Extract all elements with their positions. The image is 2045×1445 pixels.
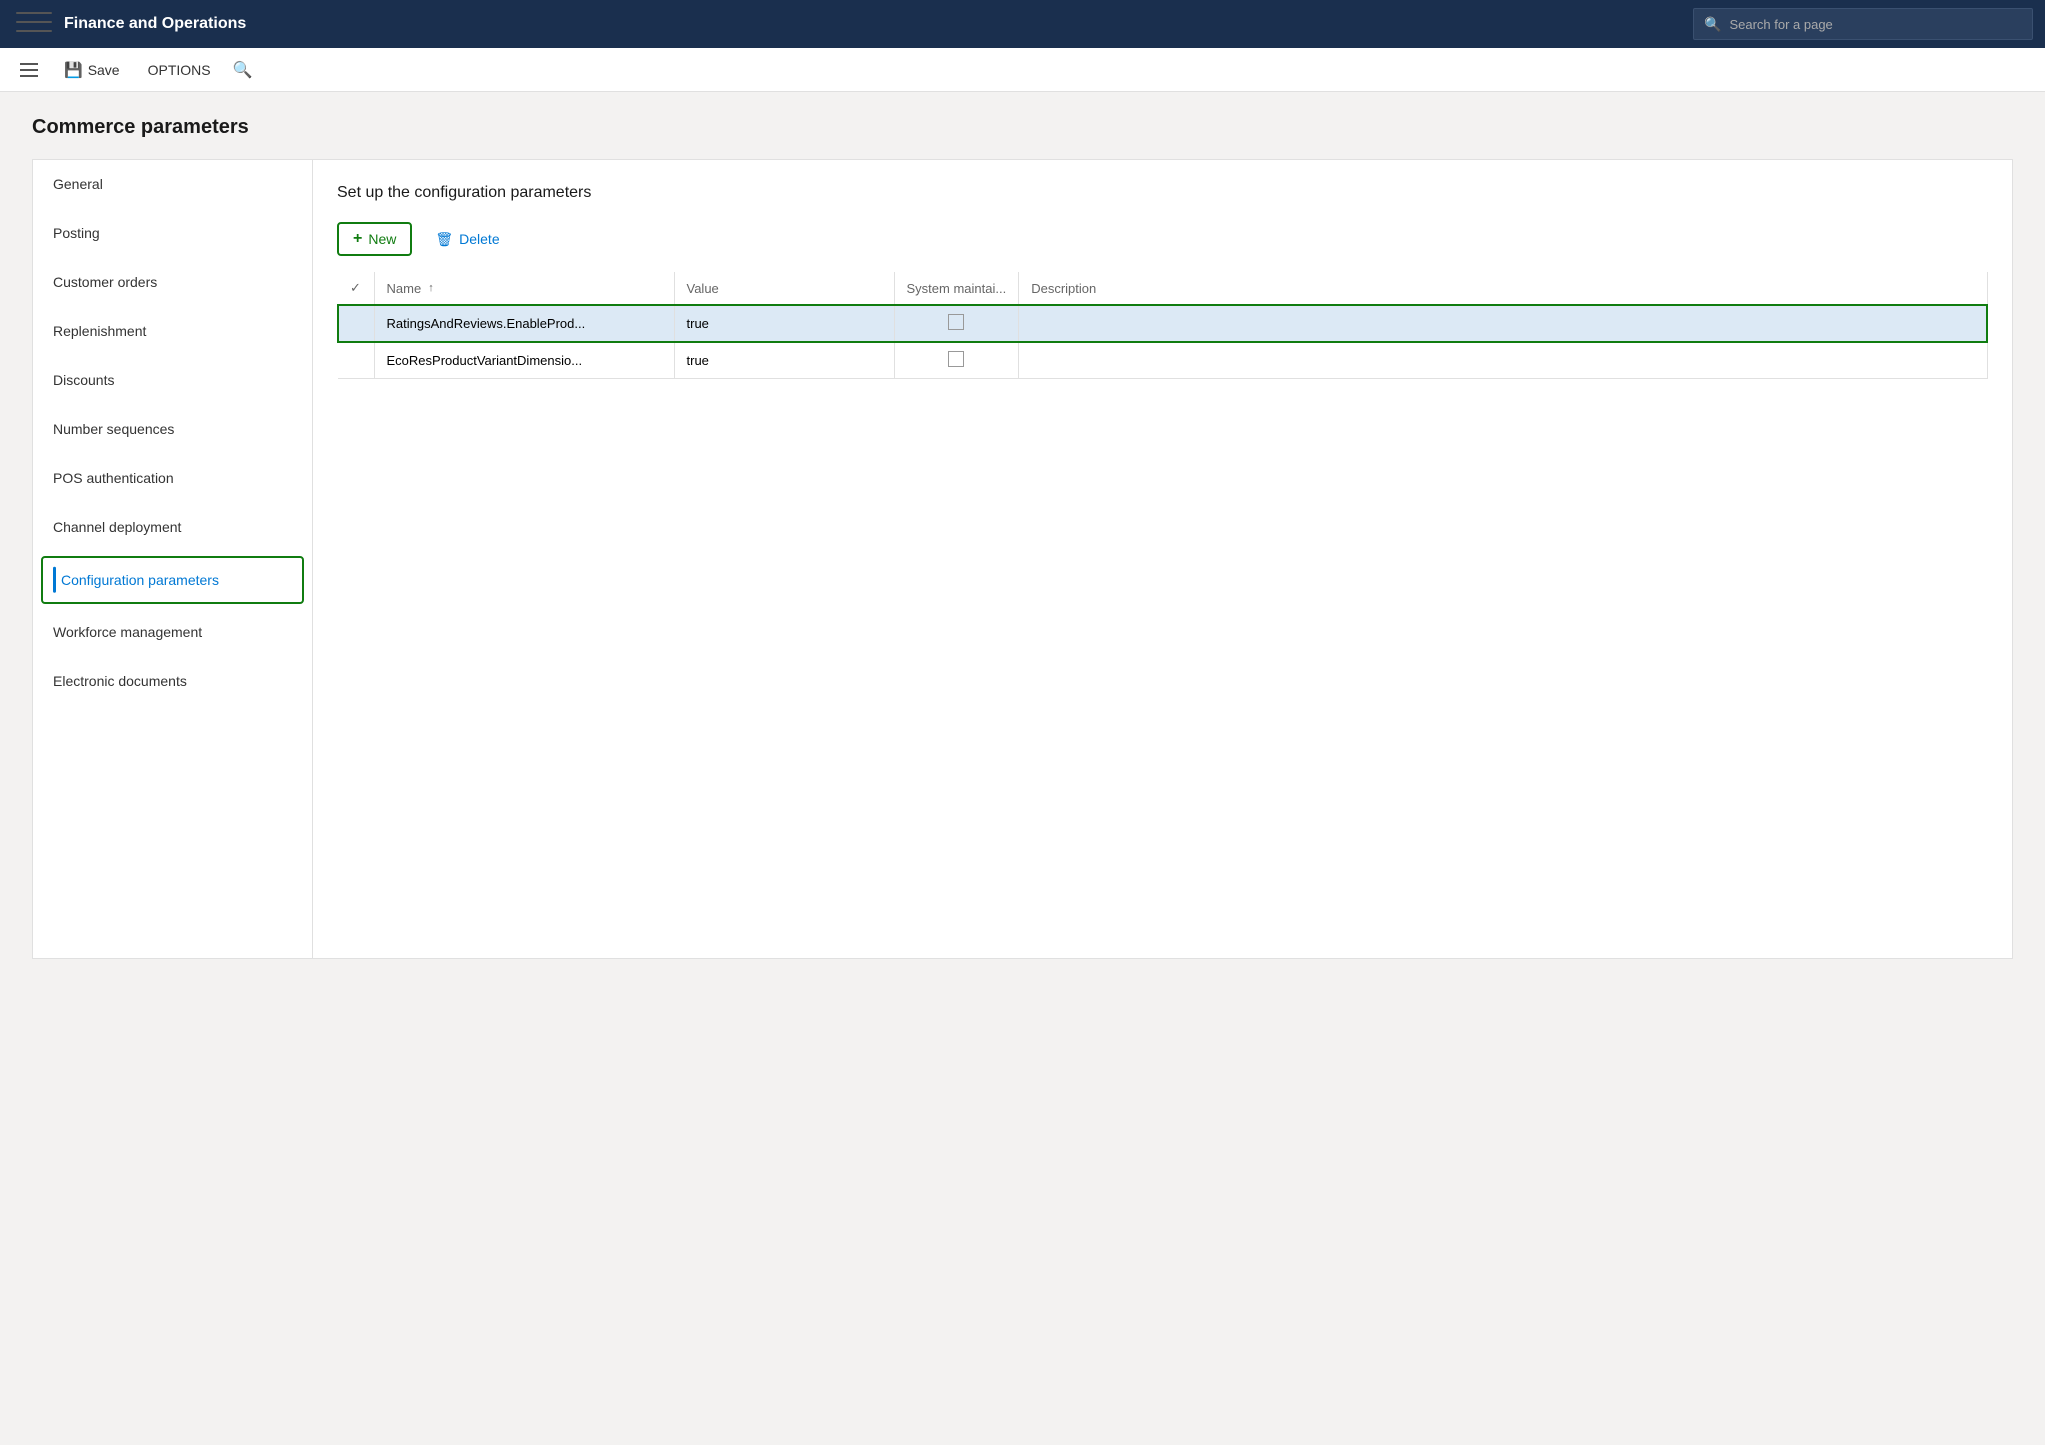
col-header-check: ✓: [338, 272, 374, 305]
top-nav-bar: Finance and Operations 🔍: [0, 0, 2045, 48]
sidebar-item-workforce-management[interactable]: Workforce management: [33, 608, 312, 657]
sidebar-item-customer-orders[interactable]: Customer orders: [33, 258, 312, 307]
sidebar-nav: General Posting Customer orders Replenis…: [33, 160, 313, 958]
toolbar-search-icon[interactable]: 🔍: [233, 60, 253, 80]
content-layout: General Posting Customer orders Replenis…: [32, 159, 2013, 959]
app-title: Finance and Operations: [64, 15, 1681, 33]
delete-button[interactable]: 🗑 Delete: [420, 222, 514, 256]
section-title: Set up the configuration parameters: [337, 184, 1988, 202]
sort-ascending-icon: ↑: [428, 282, 434, 294]
sidebar-item-replenishment[interactable]: Replenishment: [33, 307, 312, 356]
row-check-cell[interactable]: [338, 342, 374, 379]
row-check-cell[interactable]: [338, 305, 374, 342]
col-header-description[interactable]: Description: [1019, 272, 1987, 305]
save-button[interactable]: 💾 Save: [58, 57, 126, 83]
sidebar-item-channel-deployment[interactable]: Channel deployment: [33, 503, 312, 552]
check-icon: ✓: [350, 280, 361, 295]
sidebar-item-posting[interactable]: Posting: [33, 209, 312, 258]
row-value-cell: true: [674, 342, 894, 379]
row-description-cell: [1019, 305, 1987, 342]
col-header-name[interactable]: Name ↑: [374, 272, 674, 305]
row-description-cell: [1019, 342, 1987, 379]
sidebar-item-pos-authentication[interactable]: POS authentication: [33, 454, 312, 503]
table-row[interactable]: RatingsAndReviews.EnableProd... true: [338, 305, 1987, 342]
toolbar: 💾 Save OPTIONS 🔍: [0, 48, 2045, 92]
grid-menu-button[interactable]: [12, 8, 52, 40]
page-wrapper: Commerce parameters General Posting Cust…: [32, 116, 2013, 1421]
main-content: Commerce parameters General Posting Cust…: [0, 92, 2045, 1445]
configuration-table: ✓ Name ↑ Value: [337, 272, 1988, 379]
system-maintained-checkbox[interactable]: [948, 351, 964, 367]
row-name-cell: EcoResProductVariantDimensio...: [374, 342, 674, 379]
sidebar-item-configuration-parameters[interactable]: Configuration parameters: [41, 556, 304, 604]
hamburger-menu-button[interactable]: [16, 59, 42, 81]
delete-icon: 🗑: [435, 231, 453, 248]
col-header-value[interactable]: Value: [674, 272, 894, 305]
plus-icon: +: [353, 230, 362, 248]
row-name-cell: RatingsAndReviews.EnableProd...: [374, 305, 674, 342]
options-label: OPTIONS: [148, 62, 211, 78]
content-panel: Set up the configuration parameters + Ne…: [313, 160, 2012, 958]
search-icon: 🔍: [1704, 16, 1721, 33]
system-maintained-checkbox[interactable]: [948, 314, 964, 330]
delete-button-label: Delete: [459, 231, 499, 247]
global-search-input[interactable]: [1729, 17, 2022, 32]
new-button-label: New: [368, 231, 396, 247]
row-system-maintained-cell[interactable]: [894, 342, 1019, 379]
new-button[interactable]: + New: [337, 222, 412, 256]
grid-icon: [16, 12, 40, 36]
row-system-maintained-cell[interactable]: [894, 305, 1019, 342]
col-header-system-maintained[interactable]: System maintai...: [894, 272, 1019, 305]
sidebar-item-electronic-documents[interactable]: Electronic documents: [33, 657, 312, 706]
save-icon: 💾: [64, 61, 83, 79]
action-buttons: + New 🗑 Delete: [337, 222, 1988, 256]
global-search-bar: 🔍: [1693, 8, 2033, 40]
sidebar-item-number-sequences[interactable]: Number sequences: [33, 405, 312, 454]
sidebar-item-discounts[interactable]: Discounts: [33, 356, 312, 405]
table-row[interactable]: EcoResProductVariantDimensio... true: [338, 342, 1987, 379]
options-button[interactable]: OPTIONS: [142, 58, 217, 82]
sidebar-item-general[interactable]: General: [33, 160, 312, 209]
page-title: Commerce parameters: [32, 116, 2013, 139]
save-label: Save: [88, 62, 120, 78]
row-value-cell: true: [674, 305, 894, 342]
